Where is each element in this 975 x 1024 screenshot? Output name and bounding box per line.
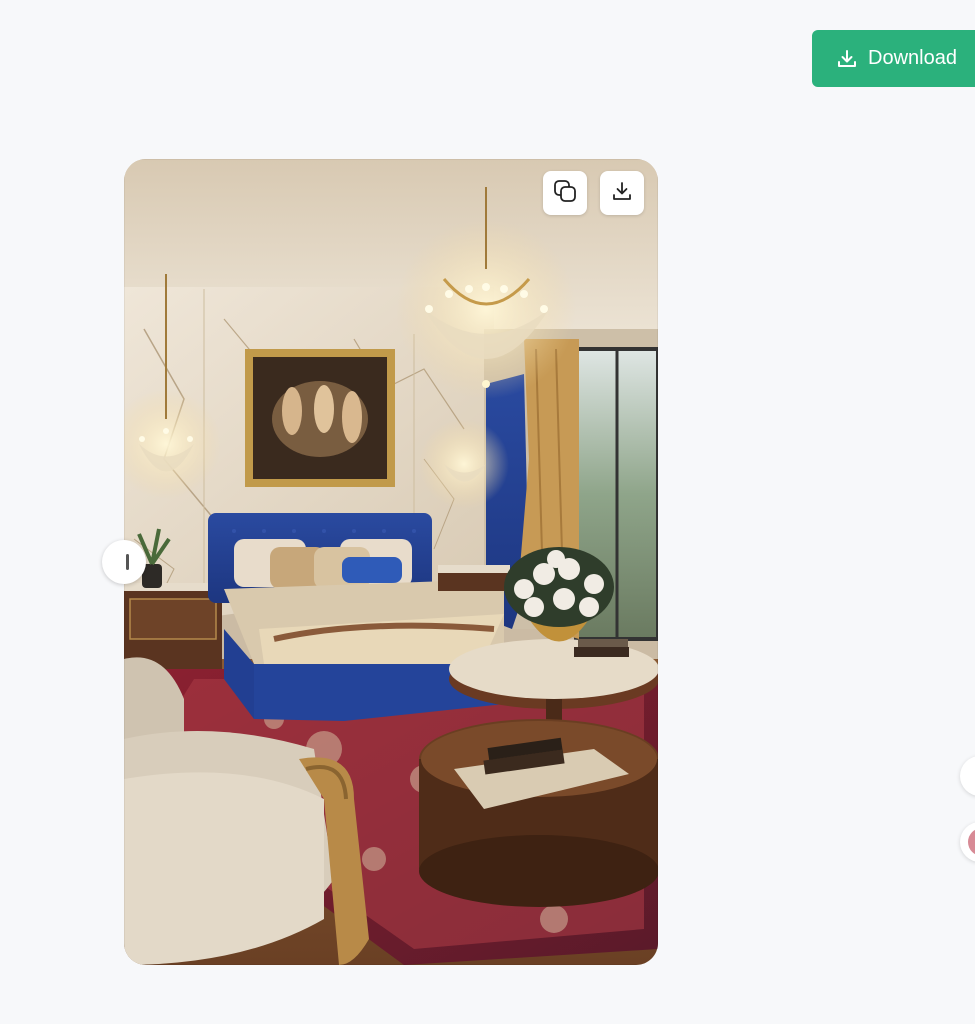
download-icon bbox=[836, 48, 858, 70]
avatar-image bbox=[968, 828, 975, 856]
page: Download bbox=[0, 0, 975, 1024]
avatar[interactable] bbox=[960, 822, 975, 862]
download-image-button[interactable] bbox=[600, 171, 644, 215]
copy-icon bbox=[552, 178, 578, 209]
download-button[interactable]: Download bbox=[812, 30, 975, 87]
bedroom-image bbox=[124, 159, 658, 965]
copy-image-button[interactable] bbox=[543, 171, 587, 215]
comparison-slider-handle[interactable] bbox=[102, 540, 146, 584]
grip-icon bbox=[126, 554, 129, 570]
download-button-label: Download bbox=[868, 47, 957, 69]
download-icon bbox=[610, 179, 634, 208]
generated-image-card bbox=[124, 159, 658, 965]
floating-action-button[interactable] bbox=[960, 756, 975, 796]
